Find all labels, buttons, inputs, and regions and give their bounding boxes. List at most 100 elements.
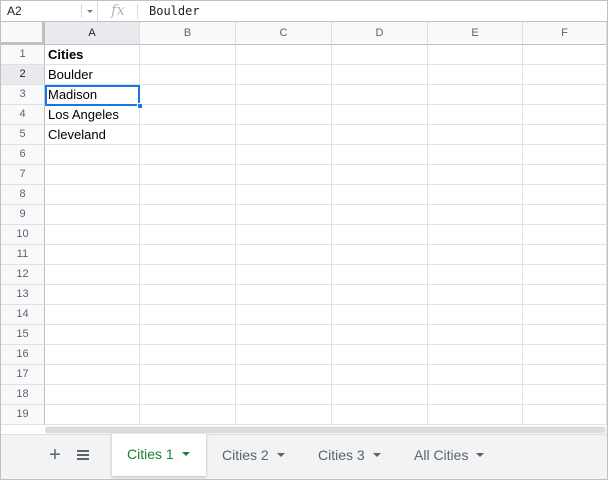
fill-handle[interactable] xyxy=(137,103,143,109)
cell-b11[interactable] xyxy=(140,245,236,265)
cell-d8[interactable] xyxy=(332,185,428,205)
cell-d17[interactable] xyxy=(332,365,428,385)
cell-f19[interactable] xyxy=(523,405,607,425)
horizontal-scrollbar[interactable] xyxy=(45,426,607,434)
cell-e14[interactable] xyxy=(428,305,523,325)
cell-c13[interactable] xyxy=(236,285,332,305)
cell-a2[interactable]: Boulder xyxy=(45,65,140,85)
cell-b19[interactable] xyxy=(140,405,236,425)
cell-f4[interactable] xyxy=(523,105,607,125)
row-header-14[interactable]: 14 xyxy=(1,305,45,325)
cell-d9[interactable] xyxy=(332,205,428,225)
cell-a1[interactable]: Cities xyxy=(45,45,140,65)
cell-e1[interactable] xyxy=(428,45,523,65)
cell-c11[interactable] xyxy=(236,245,332,265)
cell-b4[interactable] xyxy=(140,105,236,125)
cell-a6[interactable] xyxy=(45,145,140,165)
cell-f18[interactable] xyxy=(523,385,607,405)
row-header-6[interactable]: 6 xyxy=(1,145,45,165)
cell-e2[interactable] xyxy=(428,65,523,85)
row-header-12[interactable]: 12 xyxy=(1,265,45,285)
row-header-2[interactable]: 2 xyxy=(1,65,45,85)
cell-a15[interactable] xyxy=(45,325,140,345)
cell-b15[interactable] xyxy=(140,325,236,345)
row-header-16[interactable]: 16 xyxy=(1,345,45,365)
cell-f10[interactable] xyxy=(523,225,607,245)
cell-e10[interactable] xyxy=(428,225,523,245)
cell-d2[interactable] xyxy=(332,65,428,85)
cell-a14[interactable] xyxy=(45,305,140,325)
cell-b17[interactable] xyxy=(140,365,236,385)
cell-d5[interactable] xyxy=(332,125,428,145)
cell-c3[interactable] xyxy=(236,85,332,105)
cell-e5[interactable] xyxy=(428,125,523,145)
cell-c14[interactable] xyxy=(236,305,332,325)
cell-d6[interactable] xyxy=(332,145,428,165)
cell-c18[interactable] xyxy=(236,385,332,405)
row-header-1[interactable]: 1 xyxy=(1,45,45,65)
cell-f1[interactable] xyxy=(523,45,607,65)
cell-e13[interactable] xyxy=(428,285,523,305)
row-header-15[interactable]: 15 xyxy=(1,325,45,345)
cell-c4[interactable] xyxy=(236,105,332,125)
row-header-19[interactable]: 19 xyxy=(1,405,45,425)
caret-down-icon[interactable] xyxy=(181,452,190,457)
column-header-d[interactable]: D xyxy=(332,22,428,45)
formula-input[interactable]: Boulder xyxy=(149,4,200,18)
cell-b6[interactable] xyxy=(140,145,236,165)
column-header-b[interactable]: B xyxy=(140,22,236,45)
sheet-tab-cities-2[interactable]: Cities 2 xyxy=(207,435,303,475)
caret-down-icon[interactable] xyxy=(372,453,381,458)
cell-f15[interactable] xyxy=(523,325,607,345)
cell-a7[interactable] xyxy=(45,165,140,185)
sheet-tab-all-cities[interactable]: All Cities xyxy=(399,435,507,475)
cell-b7[interactable] xyxy=(140,165,236,185)
cell-c10[interactable] xyxy=(236,225,332,245)
cell-b12[interactable] xyxy=(140,265,236,285)
cell-a16[interactable] xyxy=(45,345,140,365)
cell-e3[interactable] xyxy=(428,85,523,105)
cell-c6[interactable] xyxy=(236,145,332,165)
row-header-9[interactable]: 9 xyxy=(1,205,45,225)
row-header-8[interactable]: 8 xyxy=(1,185,45,205)
cell-e8[interactable] xyxy=(428,185,523,205)
cell-a8[interactable] xyxy=(45,185,140,205)
row-header-4[interactable]: 4 xyxy=(1,105,45,125)
cell-c8[interactable] xyxy=(236,185,332,205)
cell-d11[interactable] xyxy=(332,245,428,265)
cell-b14[interactable] xyxy=(140,305,236,325)
cell-f6[interactable] xyxy=(523,145,607,165)
cell-e15[interactable] xyxy=(428,325,523,345)
row-header-17[interactable]: 17 xyxy=(1,365,45,385)
cell-d16[interactable] xyxy=(332,345,428,365)
column-header-c[interactable]: C xyxy=(236,22,332,45)
cell-a10[interactable] xyxy=(45,225,140,245)
cell-d14[interactable] xyxy=(332,305,428,325)
select-all-corner[interactable] xyxy=(1,22,45,45)
cell-c5[interactable] xyxy=(236,125,332,145)
cell-d15[interactable] xyxy=(332,325,428,345)
sheet-tab-cities-1[interactable]: Cities 1 xyxy=(112,434,206,476)
cell-f2[interactable] xyxy=(523,65,607,85)
sheet-tab-cities-3[interactable]: Cities 3 xyxy=(303,435,399,475)
cell-b8[interactable] xyxy=(140,185,236,205)
name-box[interactable]: A2 xyxy=(1,1,98,21)
cell-b5[interactable] xyxy=(140,125,236,145)
cell-b2[interactable] xyxy=(140,65,236,85)
row-header-7[interactable]: 7 xyxy=(1,165,45,185)
cell-d13[interactable] xyxy=(332,285,428,305)
cell-a9[interactable] xyxy=(45,205,140,225)
cell-d3[interactable] xyxy=(332,85,428,105)
caret-down-icon[interactable] xyxy=(276,453,285,458)
row-header-3[interactable]: 3 xyxy=(1,85,45,105)
cell-b16[interactable] xyxy=(140,345,236,365)
cell-b10[interactable] xyxy=(140,225,236,245)
cell-c7[interactable] xyxy=(236,165,332,185)
cell-a18[interactable] xyxy=(45,385,140,405)
cell-b9[interactable] xyxy=(140,205,236,225)
cell-f9[interactable] xyxy=(523,205,607,225)
cell-c19[interactable] xyxy=(236,405,332,425)
cell-a5[interactable]: Cleveland xyxy=(45,125,140,145)
column-header-f[interactable]: F xyxy=(523,22,607,45)
cell-c9[interactable] xyxy=(236,205,332,225)
